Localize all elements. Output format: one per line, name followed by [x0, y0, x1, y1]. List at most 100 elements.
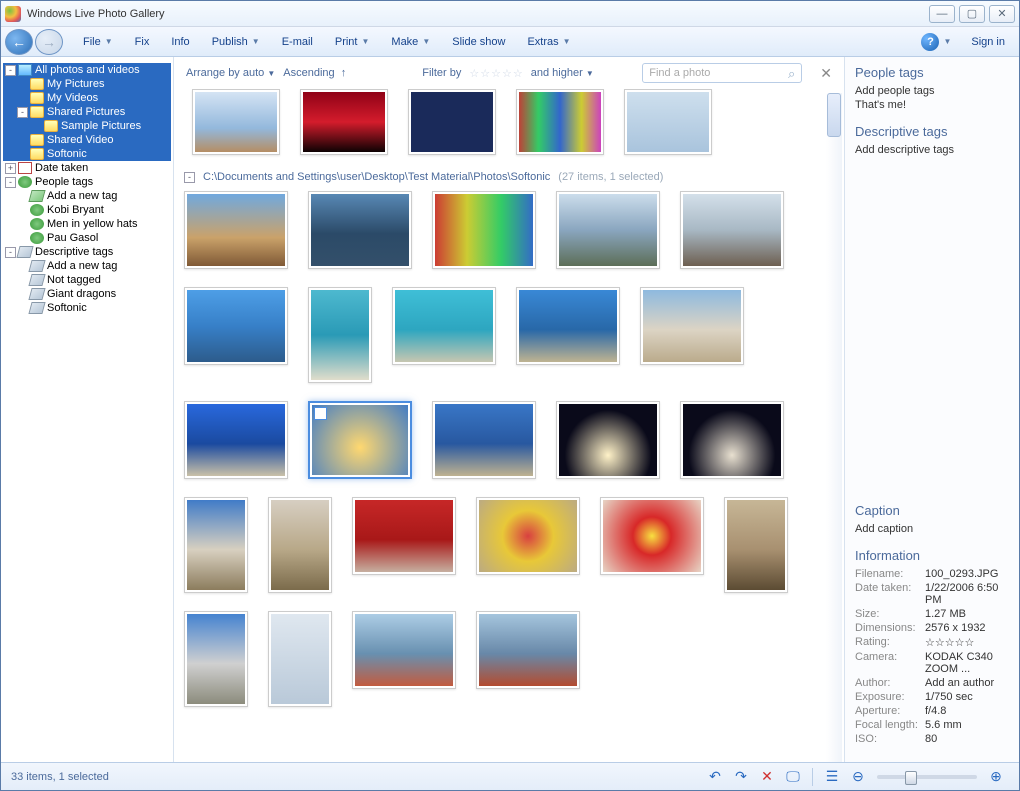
thumbnail[interactable]	[352, 611, 456, 689]
tree-label: My Videos	[47, 92, 98, 104]
thumbnail[interactable]	[268, 497, 332, 593]
expand-icon[interactable]: -	[17, 107, 28, 118]
zoom-out-icon[interactable]: ⊖	[847, 766, 869, 788]
thumbnail[interactable]	[184, 497, 248, 593]
thumbnail[interactable]	[556, 401, 660, 479]
tree-item[interactable]: Sample Pictures	[3, 119, 171, 133]
scrollbar-thumb[interactable]	[827, 93, 841, 137]
thumbnail[interactable]	[184, 287, 288, 365]
search-input[interactable]: Find a photo	[642, 63, 802, 83]
add-caption[interactable]: Add caption	[855, 522, 1009, 536]
thumbnail[interactable]	[516, 89, 604, 155]
thumbnail[interactable]	[432, 191, 536, 269]
filter-stars[interactable]: ☆☆☆☆☆	[469, 67, 522, 80]
thumbnail[interactable]	[600, 497, 704, 575]
details-view-icon[interactable]: ☰	[821, 766, 843, 788]
thumbnail[interactable]	[556, 191, 660, 269]
scrollbar-track[interactable]	[826, 93, 842, 762]
add-descriptive-tags[interactable]: Add descriptive tags	[855, 143, 1009, 157]
tree-item[interactable]: + Date taken	[3, 161, 171, 175]
thumbnail[interactable]	[184, 401, 288, 479]
tree-item[interactable]: My Pictures	[3, 77, 171, 91]
information-section: Information Filename:100_0293.JPGDate ta…	[855, 548, 1009, 746]
expand-icon[interactable]: -	[5, 247, 16, 258]
tree-item[interactable]: Pau Gasol	[3, 231, 171, 245]
tree-label: All photos and videos	[35, 64, 140, 76]
tree-item[interactable]: Add a new tag	[3, 259, 171, 273]
back-button[interactable]: ←	[5, 29, 33, 55]
tree-item[interactable]: Softonic	[3, 301, 171, 315]
thumbnail[interactable]	[300, 89, 388, 155]
menu-info[interactable]: Info	[161, 32, 199, 52]
and-higher[interactable]: and higher ▼	[531, 67, 594, 79]
thumbnail[interactable]	[352, 497, 456, 575]
thumbnail[interactable]	[308, 191, 412, 269]
display-icon[interactable]: 🖵	[782, 766, 804, 788]
zoom-in-icon[interactable]: ⊕	[985, 766, 1007, 788]
add-people-tags[interactable]: Add people tags	[855, 84, 1009, 98]
tree-item[interactable]: -Shared Pictures	[3, 105, 171, 119]
thats-me[interactable]: That's me!	[855, 98, 1009, 112]
menu-e-mail[interactable]: E-mail	[272, 32, 323, 52]
thumbnail[interactable]	[724, 497, 788, 593]
group-header[interactable]: - C:\Documents and Settings\user\Desktop…	[184, 171, 834, 183]
close-panel-icon[interactable]: ✕	[820, 65, 832, 82]
expand-icon[interactable]: +	[5, 163, 16, 174]
maximize-button[interactable]: ▢	[959, 5, 985, 23]
thumbnail[interactable]	[680, 191, 784, 269]
thumbnail[interactable]	[432, 401, 536, 479]
rotate-left-icon[interactable]: ↶	[704, 766, 726, 788]
tree-item[interactable]: Not tagged	[3, 273, 171, 287]
menu-publish[interactable]: Publish▼	[202, 32, 270, 52]
thumbnail[interactable]	[408, 89, 496, 155]
thumbnail[interactable]	[308, 287, 372, 383]
delete-icon[interactable]: ✕	[756, 766, 778, 788]
thumbnail[interactable]	[624, 89, 712, 155]
tree-item[interactable]: Shared Video	[3, 133, 171, 147]
sort-ascending[interactable]: Ascending ↑	[283, 67, 346, 79]
thumbnail[interactable]	[392, 287, 496, 365]
thumbnail[interactable]	[680, 401, 784, 479]
thumbnail[interactable]	[476, 611, 580, 689]
tree-item[interactable]: -Descriptive tags	[3, 245, 171, 259]
thumbnail[interactable]	[268, 611, 332, 707]
thumbnail[interactable]	[516, 287, 620, 365]
thumbnail[interactable]	[184, 611, 248, 707]
caption-section: Caption Add caption	[855, 503, 1009, 536]
menu-make[interactable]: Make▼	[381, 32, 440, 52]
zoom-slider[interactable]	[877, 775, 977, 779]
expand-icon[interactable]: -	[5, 177, 16, 188]
arrange-by[interactable]: Arrange by auto ▼	[186, 67, 275, 79]
forward-button[interactable]: →	[35, 29, 63, 55]
minimize-button[interactable]: —	[929, 5, 955, 23]
tree-item[interactable]: Kobi Bryant	[3, 203, 171, 217]
tree-item[interactable]: Add a new tag	[3, 189, 171, 203]
rotate-right-icon[interactable]: ↷	[730, 766, 752, 788]
title-bar: Windows Live Photo Gallery — ▢ ✕	[1, 1, 1019, 27]
dtag-icon	[28, 288, 45, 300]
thumbnail[interactable]	[640, 287, 744, 365]
thumbnail[interactable]	[308, 401, 412, 479]
menu-slide-show[interactable]: Slide show	[442, 32, 515, 52]
sign-in-link[interactable]: Sign in	[961, 32, 1015, 52]
tree-item[interactable]: Giant dragons	[3, 287, 171, 301]
help-icon[interactable]: ?	[921, 33, 939, 51]
status-bar: 33 items, 1 selected ↶ ↷ ✕ 🖵 ☰ ⊖ ⊕	[1, 762, 1019, 790]
menu-extras[interactable]: Extras▼	[517, 32, 580, 52]
close-button[interactable]: ✕	[989, 5, 1015, 23]
tree-label: Date taken	[35, 162, 88, 174]
collapse-icon[interactable]: -	[184, 172, 195, 183]
tree-item[interactable]: Men in yellow hats	[3, 217, 171, 231]
thumbnail[interactable]	[192, 89, 280, 155]
thumbnail[interactable]	[476, 497, 580, 575]
menu-fix[interactable]: Fix	[125, 32, 160, 52]
thumbnail[interactable]	[184, 191, 288, 269]
tree-item[interactable]: - All photos and videos	[3, 63, 171, 77]
people-tags-section: People tags Add people tags That's me!	[855, 65, 1009, 112]
tree-item[interactable]: Softonic	[3, 147, 171, 161]
tree-item[interactable]: My Videos	[3, 91, 171, 105]
menu-file[interactable]: File▼	[73, 32, 123, 52]
expand-icon[interactable]: -	[5, 65, 16, 76]
tree-item[interactable]: -People tags	[3, 175, 171, 189]
menu-print[interactable]: Print▼	[325, 32, 380, 52]
